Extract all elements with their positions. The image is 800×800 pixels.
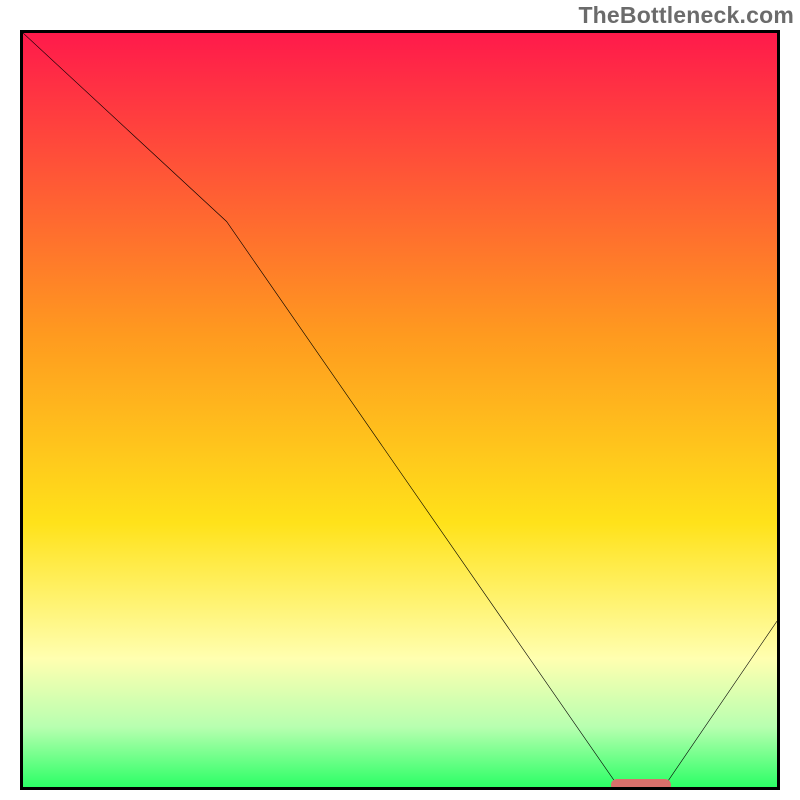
bottleneck-curve: [23, 33, 777, 787]
optimal-range-marker: [611, 779, 671, 790]
chart-stage: TheBottleneck.com: [0, 0, 800, 800]
watermark-text: TheBottleneck.com: [578, 2, 794, 29]
chart-frame: [20, 30, 780, 790]
